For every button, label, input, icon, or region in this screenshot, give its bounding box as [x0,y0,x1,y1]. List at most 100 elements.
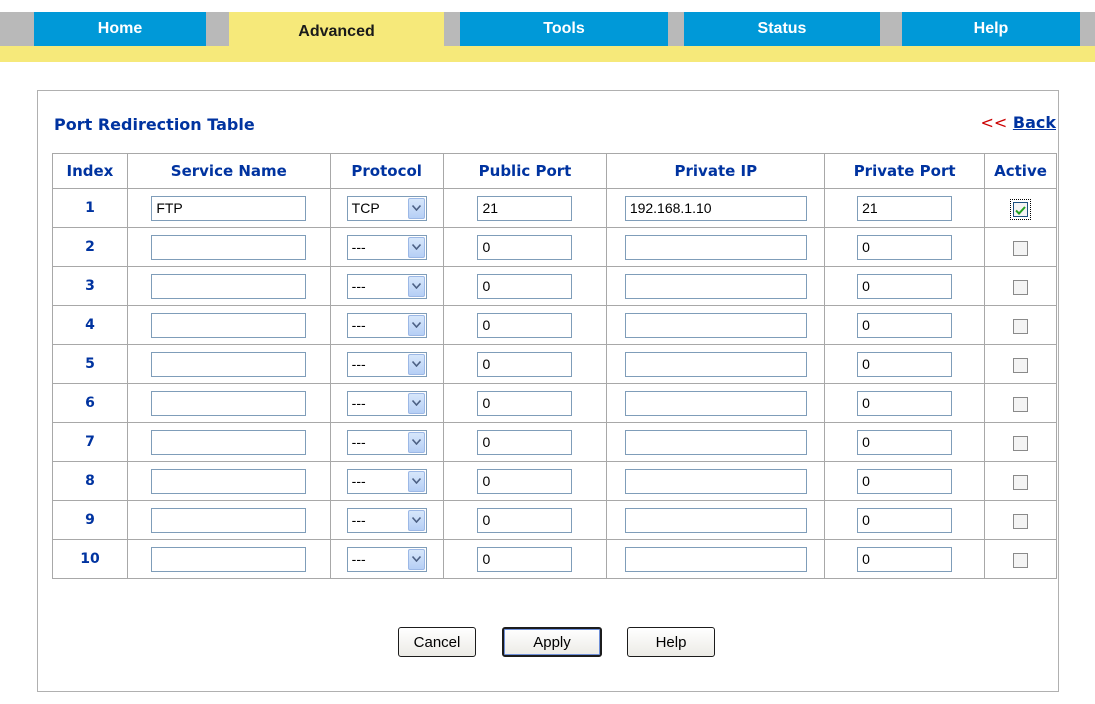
private-ip-input[interactable] [624,234,807,260]
row-index: 10 [52,539,128,579]
chevron-down-icon[interactable] [407,353,425,375]
active-checkbox[interactable] [1010,198,1031,220]
chevron-down-icon[interactable] [407,275,425,297]
private-port-input[interactable]: 0 [857,507,953,533]
active-checkbox[interactable] [1013,357,1028,373]
apply-button[interactable]: Apply [502,627,602,657]
protocol-select[interactable]: --- [346,390,427,416]
active-checkbox[interactable] [1013,552,1028,568]
cell-service-name [126,500,331,540]
cell-active [984,500,1057,540]
public-port-input[interactable]: 0 [477,429,573,455]
service-name-input[interactable] [151,390,307,416]
private-ip-input[interactable] [624,351,807,377]
cell-public-port: 0 [442,422,608,462]
active-checkbox[interactable] [1013,474,1028,490]
service-name-input[interactable] [151,273,307,299]
private-ip-input[interactable] [624,390,807,416]
public-port-input[interactable]: 0 [477,390,573,416]
chevron-down-icon[interactable] [407,509,425,531]
protocol-select[interactable]: --- [346,351,427,377]
private-ip-input[interactable]: 192.168.1.10 [624,195,807,221]
back-link[interactable]: Back [1013,113,1056,132]
cancel-button[interactable]: Cancel [398,627,476,657]
service-name-input[interactable] [151,468,307,494]
public-port-input[interactable]: 21 [477,195,573,221]
chevron-down-icon[interactable] [407,548,425,570]
tab-advanced[interactable]: Advanced [229,12,444,52]
active-checkbox[interactable] [1013,396,1028,412]
protocol-select[interactable]: --- [346,312,427,338]
protocol-select[interactable]: --- [346,507,427,533]
private-ip-input[interactable] [624,273,807,299]
active-checkbox[interactable] [1013,240,1028,256]
cell-private-port: 0 [824,266,986,306]
private-port-input[interactable]: 0 [857,312,953,338]
tab-status[interactable]: Status [684,12,880,46]
table-row: 4 --- 0 0 [52,305,1057,345]
private-ip-input[interactable] [624,546,807,572]
chevron-down-icon[interactable] [407,431,425,453]
active-checkbox[interactable] [1013,318,1028,334]
private-ip-input[interactable] [624,468,807,494]
service-name-input[interactable] [151,429,307,455]
private-port-input[interactable]: 0 [857,351,953,377]
active-checkbox[interactable] [1013,513,1028,529]
protocol-value: --- [351,473,366,489]
protocol-value: --- [351,512,366,528]
protocol-select[interactable]: TCP [346,195,427,221]
service-name-input[interactable] [151,234,307,260]
service-name-input[interactable] [151,351,307,377]
active-checkbox[interactable] [1013,435,1028,451]
tab-home[interactable]: Home [34,12,206,46]
private-port-input[interactable]: 0 [857,273,953,299]
cell-private-ip [606,305,826,345]
cell-public-port: 21 [442,188,608,228]
chevron-down-icon[interactable] [407,314,425,336]
protocol-select[interactable]: --- [346,468,427,494]
private-ip-input[interactable] [624,429,807,455]
protocol-select[interactable]: --- [346,429,427,455]
public-port-input[interactable]: 0 [477,468,573,494]
cell-service-name [126,422,331,462]
private-port-input[interactable]: 0 [857,468,953,494]
cell-active [984,227,1057,267]
private-port-input[interactable]: 0 [857,390,953,416]
public-port-input[interactable]: 0 [477,234,573,260]
public-port-input[interactable]: 0 [477,546,573,572]
chevron-down-icon[interactable] [407,470,425,492]
private-port-input[interactable]: 0 [857,429,953,455]
chevron-down-icon[interactable] [407,236,425,258]
chevron-down-icon[interactable] [407,197,425,219]
public-port-input[interactable]: 0 [477,507,573,533]
protocol-select[interactable]: --- [346,546,427,572]
cell-private-ip [606,266,826,306]
public-port-input[interactable]: 0 [477,273,573,299]
private-ip-input[interactable] [624,312,807,338]
protocol-select[interactable]: --- [346,234,427,260]
public-port-input[interactable]: 0 [477,351,573,377]
chevron-down-icon[interactable] [407,392,425,414]
header-private-ip: Private IP [606,153,826,189]
top-nav: Home Advanced Tools Status Help [0,0,1095,62]
help-button[interactable]: Help [627,627,715,657]
service-name-input[interactable] [151,546,307,572]
service-name-input[interactable] [151,507,307,533]
public-port-input[interactable]: 0 [477,312,573,338]
private-port-input[interactable]: 21 [857,195,953,221]
active-checkbox[interactable] [1013,279,1028,295]
back-link-group: << Back [980,113,1056,132]
service-name-input[interactable] [151,312,307,338]
protocol-select[interactable]: --- [346,273,427,299]
service-name-input[interactable]: FTP [151,195,307,221]
private-port-input[interactable]: 0 [857,234,953,260]
private-ip-input[interactable] [624,507,807,533]
tab-status-label: Status [757,20,807,37]
private-port-input[interactable]: 0 [857,546,953,572]
table-row: 5 --- 0 0 [52,344,1057,384]
tab-tools[interactable]: Tools [460,12,668,46]
tab-help[interactable]: Help [902,12,1080,46]
table-row: 1 FTP TCP 21 192.168.1.10 21 [52,188,1057,228]
cell-public-port: 0 [442,344,608,384]
cell-public-port: 0 [442,383,608,423]
